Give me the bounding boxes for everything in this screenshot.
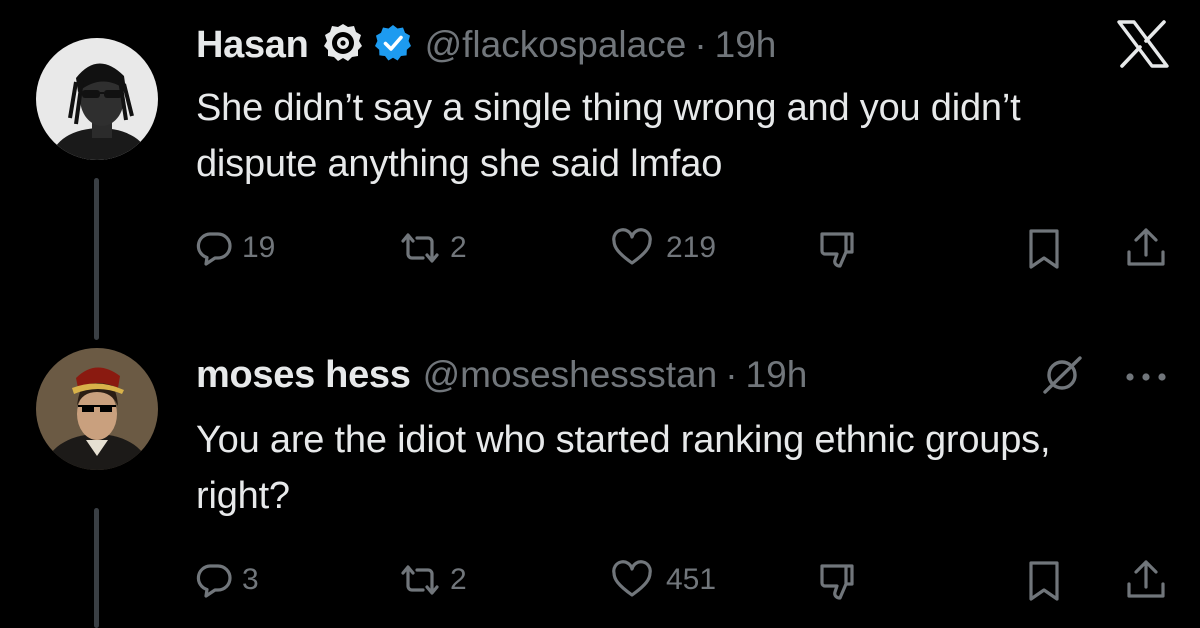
repost-icon <box>398 228 442 268</box>
x-logo-icon[interactable] <box>1116 20 1170 73</box>
reply-button[interactable]: 19 <box>194 228 275 268</box>
bookmark-icon <box>1026 228 1062 270</box>
thumbs-down-icon <box>818 560 862 604</box>
tweet-text: You are the idiot who started ranking et… <box>196 419 1051 517</box>
bookmark-button[interactable] <box>1026 560 1062 602</box>
verified-badge-icon <box>373 23 413 68</box>
like-button[interactable]: 451 <box>610 560 716 600</box>
reply-icon <box>194 228 234 268</box>
reply-count: 19 <box>242 231 276 264</box>
bookmark-icon <box>1026 560 1062 602</box>
heart-icon <box>610 228 654 268</box>
reply-count: 3 <box>242 563 259 596</box>
share-button[interactable] <box>1124 226 1168 270</box>
user-handle[interactable]: @moseshessstan <box>423 354 718 396</box>
bookmark-button[interactable] <box>1026 228 1062 270</box>
reply-icon <box>194 560 234 600</box>
thread-line <box>94 178 99 340</box>
timestamp[interactable]: 19h <box>746 354 808 396</box>
timestamp[interactable]: 19h <box>715 24 777 66</box>
tweet-text: She didn’t say a single thing wrong and … <box>196 87 1021 185</box>
like-count: 219 <box>666 231 717 264</box>
share-icon <box>1124 226 1168 270</box>
tweet-header: Hasan @flackospalace · 19h <box>196 20 776 70</box>
user-handle[interactable]: @flackospalace <box>425 24 687 66</box>
grok-icon[interactable] <box>1040 354 1084 401</box>
thumbs-down-icon <box>818 228 862 272</box>
downvote-button[interactable] <box>818 560 862 604</box>
repost-icon <box>398 560 442 600</box>
thread-line-2 <box>94 508 99 628</box>
avatar-hasan[interactable] <box>36 38 158 160</box>
display-name[interactable]: Hasan <box>196 24 309 67</box>
downvote-button[interactable] <box>818 228 862 272</box>
repost-button[interactable]: 2 <box>398 228 467 268</box>
share-icon <box>1124 558 1168 602</box>
tweet-header: moses hess @moseshessstan · 19h <box>196 350 807 400</box>
heart-icon <box>610 560 654 600</box>
separator-dot: · <box>725 354 738 395</box>
share-button[interactable] <box>1124 558 1168 602</box>
repost-count: 2 <box>450 231 467 264</box>
display-name[interactable]: moses hess <box>196 354 411 397</box>
like-button[interactable]: 219 <box>610 228 716 268</box>
more-dots-icon[interactable] <box>1124 370 1168 388</box>
separator-dot: · <box>694 24 707 65</box>
repost-count: 2 <box>450 563 467 596</box>
reply-button[interactable]: 3 <box>194 560 259 600</box>
eye-badge-icon <box>321 21 365 70</box>
avatar-moses-hess[interactable] <box>36 348 158 470</box>
like-count: 451 <box>666 563 717 596</box>
repost-button[interactable]: 2 <box>398 560 467 600</box>
